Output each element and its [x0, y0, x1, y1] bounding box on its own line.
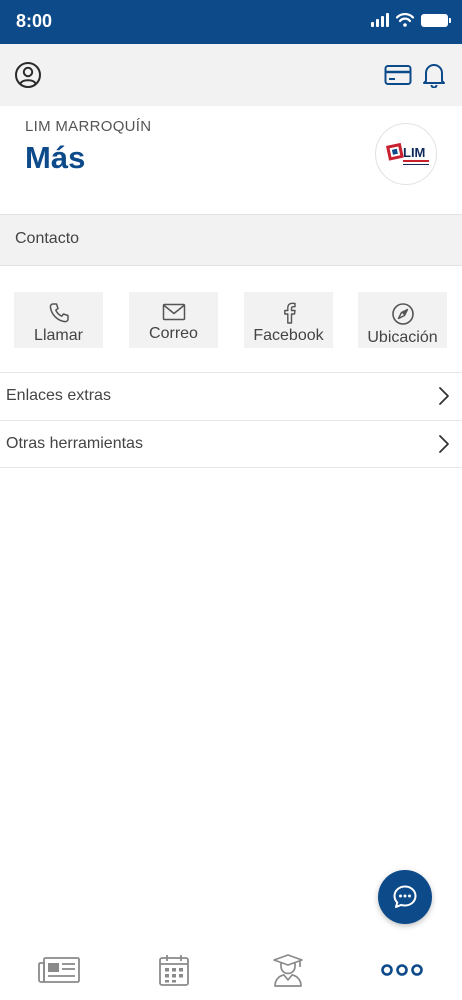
- chat-button[interactable]: [378, 870, 432, 924]
- email-button[interactable]: Correo: [129, 292, 218, 348]
- top-bar: [0, 44, 462, 106]
- notifications-button[interactable]: [419, 60, 449, 90]
- tab-bar: [0, 942, 462, 1000]
- bell-icon: [423, 64, 445, 88]
- location-button[interactable]: Ubicación: [358, 292, 447, 348]
- compass-icon: [391, 303, 414, 325]
- chevron-right-icon: [439, 387, 449, 405]
- facebook-label: Facebook: [253, 327, 324, 344]
- card-button[interactable]: [383, 60, 413, 90]
- chevron-right-icon: [439, 435, 449, 453]
- list-item-label: Enlaces extras: [6, 387, 111, 404]
- mail-icon: [162, 303, 185, 321]
- user-icon: [15, 62, 41, 88]
- contact-section-header: Contacto: [0, 214, 462, 266]
- graduate-icon: [273, 954, 303, 987]
- more-icon: [381, 964, 423, 976]
- call-label: Llamar: [34, 327, 83, 344]
- status-time: 8:00: [16, 11, 53, 31]
- status-bar: 8:00: [0, 0, 462, 44]
- profile-button[interactable]: [13, 60, 43, 90]
- list-item-extra-links[interactable]: Enlaces extras: [0, 372, 462, 420]
- tab-news[interactable]: [35, 952, 83, 988]
- tab-students[interactable]: [264, 952, 312, 988]
- credit-card-icon: [384, 65, 412, 85]
- cellular-signal-icon: [371, 13, 389, 27]
- phone-icon: [49, 303, 69, 323]
- battery-icon: [421, 13, 451, 27]
- institution-logo: LIM: [375, 123, 437, 185]
- email-label: Correo: [149, 325, 198, 342]
- svg-text:LIM: LIM: [403, 145, 425, 160]
- list-item-other-tools[interactable]: Otras herramientas: [0, 420, 462, 468]
- location-label: Ubicación: [367, 329, 438, 346]
- calendar-icon: [159, 955, 189, 986]
- wifi-icon: [396, 13, 414, 27]
- news-icon: [38, 957, 80, 983]
- chat-bubble-icon: [393, 885, 417, 908]
- facebook-button[interactable]: Facebook: [244, 292, 333, 348]
- institution-name: LIM MARROQUÍN: [25, 118, 152, 135]
- list-item-label: Otras herramientas: [6, 435, 143, 452]
- page-header: LIM MARROQUÍN Más LIM: [0, 106, 462, 214]
- tab-calendar[interactable]: [150, 952, 198, 988]
- tab-more[interactable]: [378, 952, 426, 988]
- contact-buttons: Llamar Correo Facebook Ubicación: [0, 266, 462, 372]
- page-title: Más: [25, 140, 86, 175]
- facebook-icon: [283, 302, 296, 324]
- call-button[interactable]: Llamar: [14, 292, 103, 348]
- contact-section-title: Contacto: [15, 230, 80, 247]
- status-icons: [371, 13, 451, 27]
